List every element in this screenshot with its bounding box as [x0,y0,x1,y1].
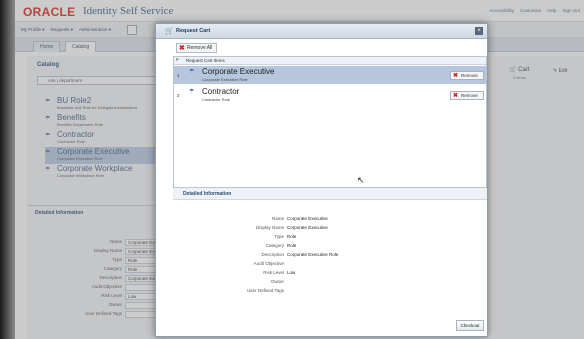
detail-row: Name Corporate Executive [271,216,328,221]
dialog-detail-header[interactable]: Detailed Information [173,188,487,200]
role-icon: ☂ [189,89,195,95]
detail-row: Owner [270,279,284,284]
remove-button[interactable]: ✖ Remove [450,91,484,100]
table-row-selected[interactable]: 1 ☂ Corporate Executive Corporate Execut… [174,66,486,84]
detail-row: Type Role [274,234,297,239]
detail-row: Risk Level Low [263,270,296,275]
role-icon: ☂ [189,69,195,75]
mouse-cursor-icon: ↖ [357,175,365,185]
dialog-detail-panel: Detailed Information Name Corporate Execu… [173,187,487,311]
cart-items-table: # Request Cart Items 1 ☂ Corporate Execu… [173,56,487,202]
dialog-detail-rows: Name Corporate Executive Display Name Corp… [209,216,479,297]
dialog-titlebar: 🛒 Request Cart × [156,24,487,39]
remove-icon: ✖ [179,45,185,52]
remove-button[interactable]: ✖ Remove [450,71,484,80]
table-header: # Request Cart Items [174,57,486,65]
detail-row: Display Name Corporate Executive [255,225,328,230]
detail-row: Category Role [265,243,297,248]
screen: ORACLE Identity Self Service Accessibili… [15,0,584,339]
dialog-title: Request Cart [176,28,211,34]
table-row[interactable]: 2 ☂ Contractor Contractor Role ✖ Remove [174,86,486,104]
remove-icon: ✖ [453,93,459,99]
detail-row: Audit Objective [253,261,284,266]
request-cart-dialog: 🛒 Request Cart × ✖ Remove All # Request … [155,23,488,337]
close-icon[interactable]: × [475,27,483,35]
monitor-bezel [0,0,15,339]
detail-row: Description Corporate Executive Role [261,252,339,257]
detail-row: User Defined Tags [247,288,284,293]
remove-icon: ✖ [453,73,459,79]
remove-all-button[interactable]: ✖ Remove All [176,43,218,53]
checkout-button[interactable]: Checkout [456,320,484,331]
cart-icon: 🛒 [165,28,174,35]
